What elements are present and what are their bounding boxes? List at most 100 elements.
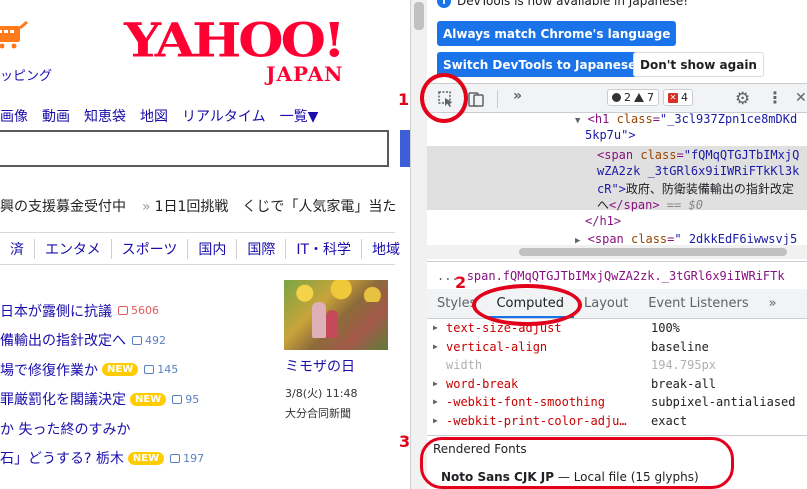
computed-property-row[interactable]: ▶ -webkit-font-smoothing subpixel-antialia…: [427, 393, 807, 411]
expand-arrow-icon[interactable]: ▶: [433, 375, 438, 393]
issues-counter[interactable]: ✕ 4: [663, 89, 693, 106]
nav-maps[interactable]: 地図: [140, 106, 168, 126]
tab-international[interactable]: 国際: [237, 238, 287, 259]
news-headline[interactable]: 罪厳罰化を閣議決定: [0, 389, 126, 409]
property-value: 194.795px: [651, 358, 717, 372]
search-button[interactable]: [400, 130, 410, 167]
news-item[interactable]: 石」どうする? 栃木 NEW 197: [0, 444, 280, 474]
switch-to-japanese-button[interactable]: Switch DevTools to Japanese: [437, 52, 643, 77]
tab-event-listeners[interactable]: Event Listeners: [638, 296, 758, 311]
news-headline[interactable]: か 失った終のすみか: [0, 419, 130, 439]
tab-domestic[interactable]: 国内: [188, 238, 238, 259]
comment-count[interactable]: 145: [144, 363, 178, 376]
nav-list-dropdown[interactable]: 一覧▼: [280, 106, 319, 126]
shopping-link[interactable]: ッピング: [0, 65, 52, 84]
comment-bubble-icon: [132, 335, 142, 345]
comment-count[interactable]: 5606: [118, 304, 159, 317]
elements-horizontal-scrollbar[interactable]: [427, 245, 807, 259]
dom-node-span-close: へ</span> == $0: [597, 198, 703, 212]
warning-count: 7: [647, 91, 654, 104]
nav-videos[interactable]: 動画: [42, 106, 70, 126]
more-panels-chevron-icon[interactable]: »: [759, 296, 787, 311]
comment-count-value: 197: [183, 451, 205, 465]
shopping-cart-icon[interactable]: [0, 20, 28, 50]
computed-property-row[interactable]: ▶ text-size-adjust 100%: [427, 319, 807, 337]
dom-node-next-span[interactable]: ▶ <span class="_2dkkEdF6iwwsvj5: [575, 232, 797, 246]
devtools-toolbar: » 2 7 ✕ 4 ⚙ ⋮ ✕: [427, 83, 807, 113]
yahoo-logo[interactable]: YAHOO!: [124, 18, 346, 65]
page-scrollbar[interactable]: [411, 0, 427, 489]
breadcrumb-span[interactable]: span.fQMqQTGJTbIMxjQwZA2zk._3tGRl6x9iIWR…: [467, 269, 785, 283]
computed-property-row[interactable]: ▶ vertical-align baseline: [427, 338, 807, 356]
news-headline[interactable]: 石」どうする? 栃木: [0, 448, 124, 468]
device-toolbar-icon[interactable]: [467, 90, 485, 108]
tab-entertainment[interactable]: エンタメ: [35, 238, 112, 259]
annotation-circle-2: [472, 284, 582, 326]
property-name: vertical-align: [446, 339, 548, 354]
news-item[interactable]: か 失った終のすみか: [0, 414, 280, 444]
computed-property-row[interactable]: ▶ -webkit-print-color-adju… exact: [427, 412, 807, 430]
comment-count-value: 492: [145, 333, 166, 347]
news-headline[interactable]: 場で修復作業か: [0, 360, 98, 380]
property-value: break-all: [651, 376, 717, 391]
comment-count[interactable]: 197: [170, 452, 204, 465]
computed-property-row[interactable]: ▶ word-break break-all: [427, 375, 807, 393]
comment-count-value: 145: [157, 363, 179, 377]
dom-node-span-text: cR">政府、防衛装備輸出の指針改定: [597, 182, 794, 196]
news-item[interactable]: 備輸出の指針改定へ 492: [0, 326, 280, 356]
news-photo[interactable]: [284, 280, 388, 350]
dont-show-again-button[interactable]: Don't show again: [633, 52, 764, 77]
issues-count: 4: [681, 91, 688, 104]
tab-economy[interactable]: 済: [0, 238, 35, 259]
comment-count[interactable]: 95: [172, 393, 199, 406]
comment-count-value: 95: [185, 392, 200, 406]
expand-arrow-icon[interactable]: ▶: [433, 393, 438, 411]
comment-bubble-icon: [118, 306, 128, 316]
property-name: word-break: [446, 376, 519, 391]
news-list: 日本が露側に抗議 5606 備輸出の指針改定へ 492 場で修復作業か NEW 145 罪厳罰…: [0, 296, 280, 473]
expand-arrow-icon[interactable]: ▶: [433, 338, 438, 356]
ticker: 興の支援募金受付中 » 1日1回挑戦 くじで「人気家電」当た: [0, 196, 396, 216]
yahoo-logo-sub: JAPAN: [266, 62, 344, 86]
info-icon: i: [437, 0, 451, 8]
computed-property-row[interactable]: width 194.795px: [427, 356, 807, 374]
property-name: -webkit-print-color-adju…: [446, 413, 627, 428]
news-item[interactable]: 日本が露側に抗議 5606: [0, 296, 280, 326]
more-tabs-chevron-icon[interactable]: »: [513, 88, 522, 104]
search-input[interactable]: [0, 130, 389, 167]
ticker-item-lottery[interactable]: 1日1回挑戦 くじで「人気家電」当た: [155, 199, 397, 215]
person-shape: [326, 310, 338, 338]
expand-arrow-icon[interactable]: ▶: [433, 319, 438, 337]
nav-realtime[interactable]: リアルタイム: [182, 106, 266, 126]
dom-node-h1-close[interactable]: </h1>: [585, 214, 621, 228]
error-count: 2: [624, 91, 631, 104]
yahoo-page: ッピング YAHOO! JAPAN 画像 動画 知恵袋 地図 リアルタイム 一覧…: [0, 0, 411, 489]
infobar-message: i DevTools is now available in Japanese!: [437, 0, 688, 8]
tab-layout[interactable]: Layout: [574, 296, 638, 311]
news-headline[interactable]: 日本が露側に抗議: [0, 301, 112, 321]
news-item[interactable]: 罪厳罰化を閣議決定 NEW 95: [0, 385, 280, 415]
dom-node-span[interactable]: <span class="fQMqQTGJTbIMxjQ: [597, 148, 799, 162]
expand-arrow-icon[interactable]: ▶: [433, 412, 438, 430]
ticker-item-donation[interactable]: 興の支援募金受付中: [0, 199, 126, 215]
issue-counters[interactable]: 2 7 ✕ 4: [607, 89, 693, 106]
annotation-box-3: [420, 437, 734, 489]
tab-sports[interactable]: スポーツ: [112, 238, 189, 259]
tab-it-science[interactable]: IT・科学: [286, 238, 363, 259]
close-icon[interactable]: ✕: [795, 89, 807, 107]
settings-gear-icon[interactable]: ⚙: [735, 90, 750, 108]
news-headline[interactable]: 備輸出の指針改定へ: [0, 330, 126, 350]
comment-count-value: 5606: [131, 304, 159, 318]
scrollbar-thumb[interactable]: [519, 248, 787, 256]
comment-count[interactable]: 492: [132, 334, 166, 347]
always-match-language-button[interactable]: Always match Chrome's language: [437, 21, 677, 46]
tab-local[interactable]: 地域: [362, 239, 410, 259]
news-item[interactable]: 場で修復作業か NEW 145: [0, 355, 280, 385]
photo-title[interactable]: ミモザの日: [285, 356, 355, 376]
scrollbar-thumb[interactable]: [414, 2, 424, 30]
more-options-icon[interactable]: ⋮: [767, 89, 783, 107]
dom-node-h1[interactable]: ▼ <h1 class="_3cl937Zpn1ce8mDKd: [575, 112, 797, 126]
nav-images[interactable]: 画像: [0, 106, 28, 126]
error-warning-counter[interactable]: 2 7: [607, 89, 659, 106]
nav-chiebukuro[interactable]: 知恵袋: [84, 106, 126, 126]
